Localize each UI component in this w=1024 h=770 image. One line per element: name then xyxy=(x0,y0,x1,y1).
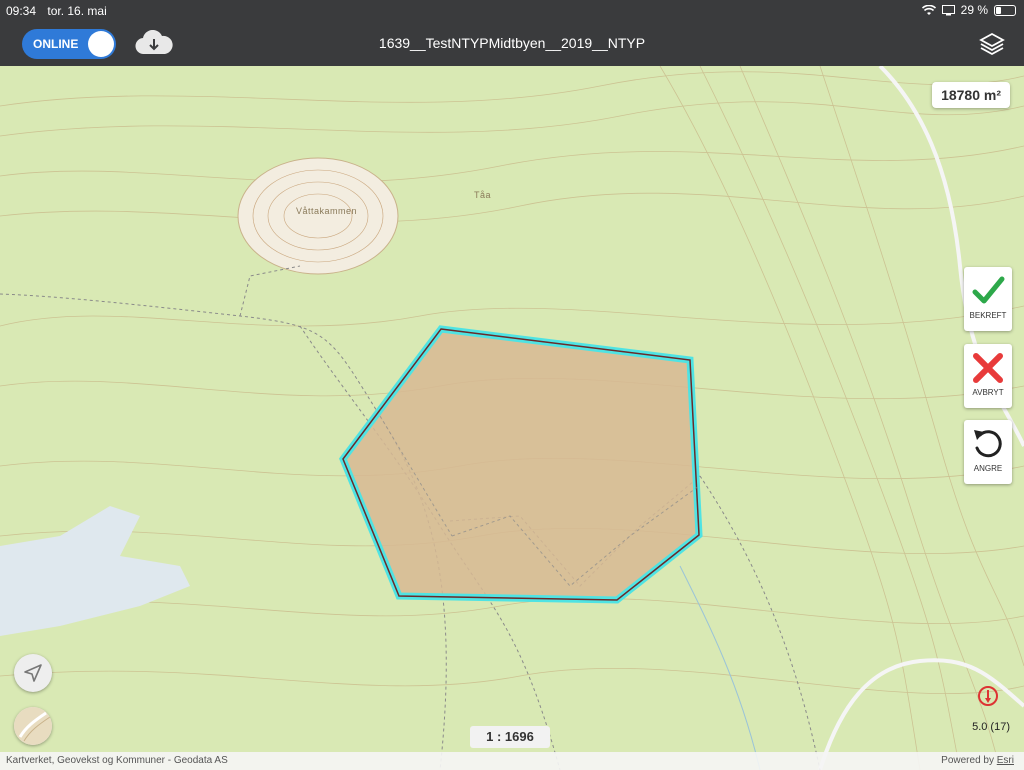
status-time: 09:34 xyxy=(6,4,37,18)
wifi-icon xyxy=(921,4,936,15)
project-title: 1639__TestNTYPMidtbyen__2019__NTYP xyxy=(378,35,646,51)
peak-label: Våttakammen xyxy=(296,206,358,216)
map-view[interactable]: Våttakammen Tåa 18780 m² BEKREFT AVBRYT … xyxy=(0,66,1024,770)
layers-icon[interactable] xyxy=(978,30,1006,58)
zoom-level: 5.0 (17) xyxy=(972,721,1010,733)
map-scale: 1 : 1696 xyxy=(470,726,550,748)
polygon-outline[interactable] xyxy=(339,325,703,604)
confirm-button[interactable]: BEKREFT xyxy=(964,267,1012,331)
status-date: tor. 16. mai xyxy=(47,4,107,18)
confirm-label: BEKREFT xyxy=(969,311,1007,320)
compass-icon[interactable] xyxy=(976,684,1000,708)
powered-by-text: Powered by xyxy=(941,755,994,766)
attribution-text: Kartverket, Geovekst og Kommuner - Geoda… xyxy=(6,755,228,766)
undo-icon xyxy=(974,430,1002,458)
toolbar: ONLINE 1639__TestNTYPMidtbyen__2019__NTY… xyxy=(0,22,1024,66)
attribution-bar: Kartverket, Geovekst og Kommuner - Geoda… xyxy=(0,752,1024,770)
battery-percent: 29 % xyxy=(960,3,988,17)
cancel-button[interactable]: AVBRYT xyxy=(964,344,1012,408)
undo-label: ANGRE xyxy=(973,464,1003,473)
battery-icon xyxy=(994,4,1016,16)
topographic-map xyxy=(0,66,1024,770)
location-button[interactable] xyxy=(14,654,52,692)
cancel-label: AVBRYT xyxy=(972,388,1004,397)
undo-button[interactable]: ANGRE xyxy=(964,420,1012,484)
checkmark-icon xyxy=(972,276,1005,304)
esri-link[interactable]: Esri xyxy=(997,755,1014,766)
basemap-button[interactable] xyxy=(14,707,52,745)
area-name-label: Tåa xyxy=(474,190,492,200)
status-bar: 09:34 tor. 16. mai 29 % xyxy=(0,0,1024,22)
area-measurement: 18780 m² xyxy=(932,82,1010,108)
navigation-arrow-icon xyxy=(24,664,42,682)
powered-by: Powered by Esri xyxy=(941,755,1014,766)
basemap-thumbnail-icon xyxy=(14,707,52,745)
screen-mirror-icon xyxy=(941,4,955,15)
close-icon xyxy=(973,353,1003,383)
